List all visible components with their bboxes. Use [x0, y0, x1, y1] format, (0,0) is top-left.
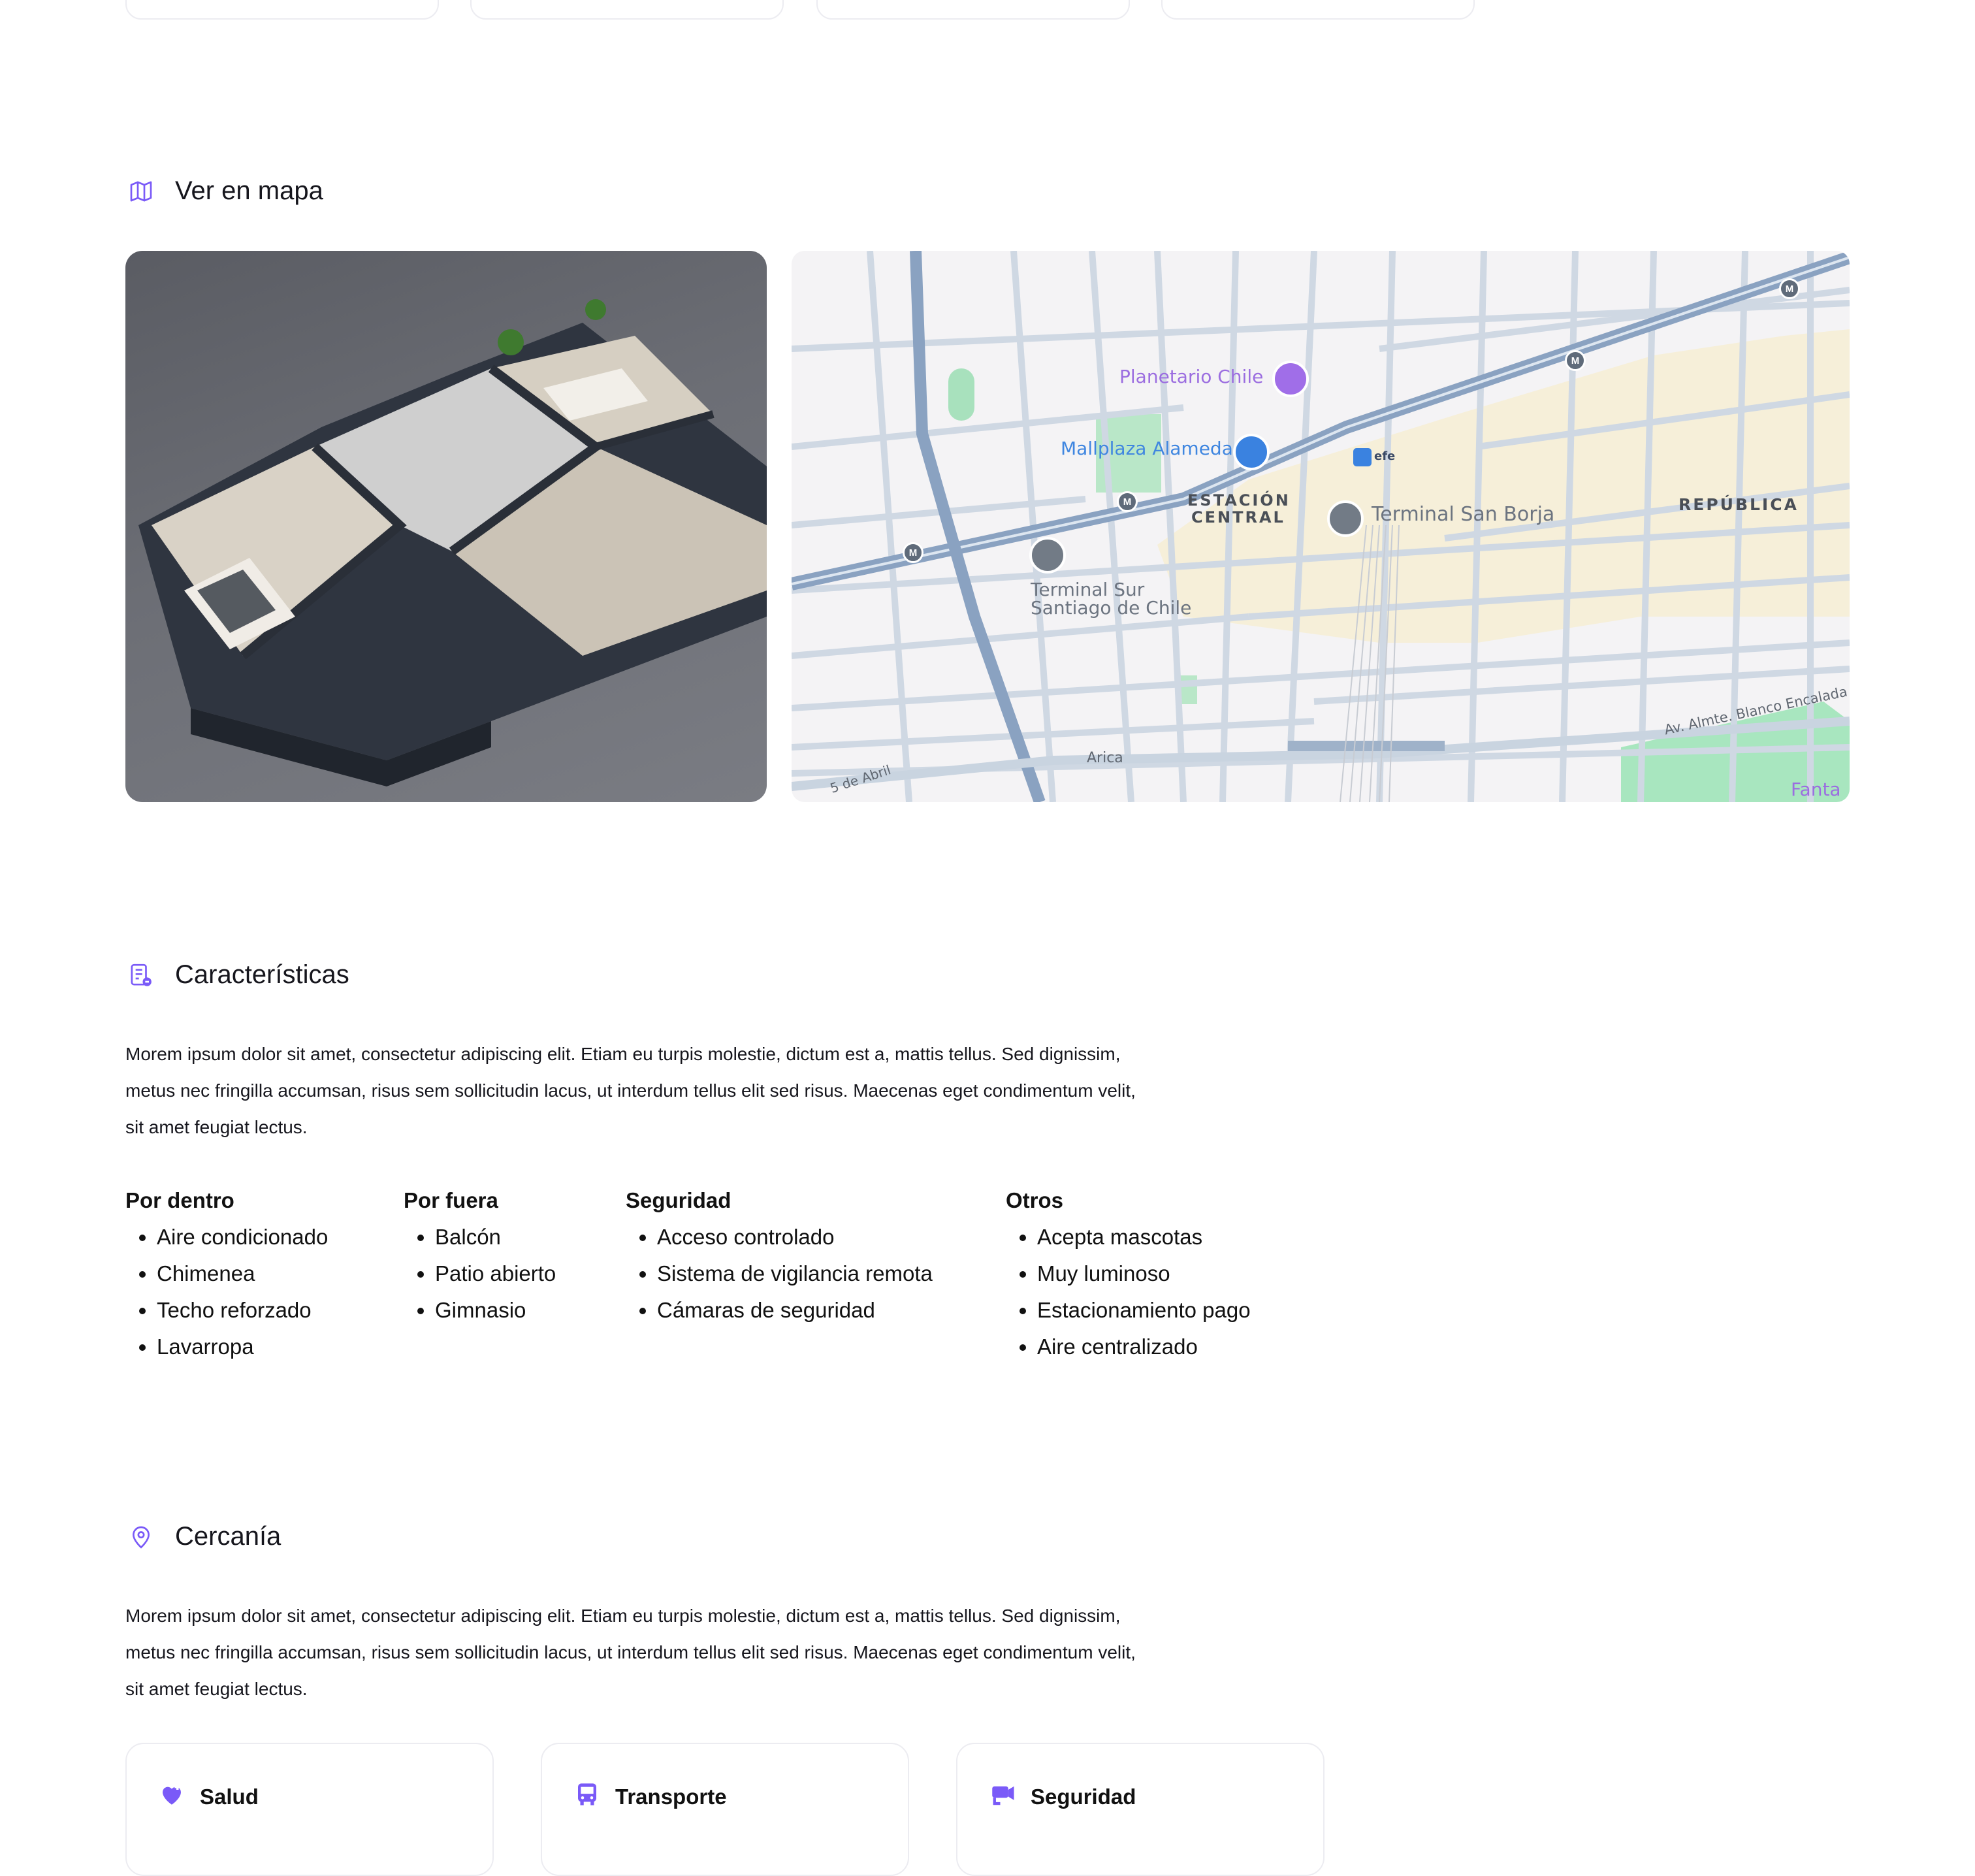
feature-item: Balcón: [435, 1219, 556, 1255]
proximity-card-security[interactable]: Seguridad: [956, 1743, 1325, 1876]
heart-plus-icon: [158, 1781, 185, 1813]
map-label-fantasilandia[interactable]: Fanta: [1791, 779, 1841, 800]
proximity-card-label: Salud: [200, 1785, 259, 1809]
features-description: Morem ipsum dolor sit amet, consectetur …: [125, 1044, 1136, 1137]
features-column: Por dentro Aire condicionado Chimenea Te…: [125, 1182, 328, 1365]
feature-item: Patio abierto: [435, 1255, 556, 1292]
top-card-1[interactable]: [125, 0, 439, 20]
map-label-central: CENTRAL: [1191, 508, 1285, 526]
feature-item: Estacionamiento pago: [1037, 1292, 1251, 1329]
features-column: Otros Acepta mascotas Muy luminoso Estac…: [1006, 1182, 1251, 1365]
features-section-title-text: Características: [175, 960, 349, 989]
map-label-estacion: ESTACIÓN: [1187, 491, 1291, 509]
shopping-pin-icon[interactable]: [1233, 434, 1270, 470]
security-camera-icon: [989, 1781, 1016, 1813]
feature-item: Acceso controlado: [657, 1219, 933, 1255]
features-section-title: Características: [128, 960, 349, 990]
features-column: Seguridad Acceso controlado Sistema de v…: [626, 1182, 933, 1329]
features-column-heading: Por fuera: [404, 1188, 498, 1212]
feature-item: Acepta mascotas: [1037, 1219, 1251, 1255]
top-card-2[interactable]: [470, 0, 784, 20]
top-card-3[interactable]: [816, 0, 1130, 20]
map-label-santiago-de-chile[interactable]: Santiago de Chile: [1031, 597, 1191, 619]
map-icon: [128, 178, 154, 204]
map-label-efe: efe: [1374, 449, 1396, 463]
train-station-icon[interactable]: [1353, 448, 1372, 466]
bus-icon: [573, 1781, 601, 1813]
features-column-heading: Por dentro: [125, 1188, 234, 1212]
features-column-heading: Otros: [1006, 1188, 1064, 1212]
metro-station-icon[interactable]: M: [1779, 278, 1800, 299]
map-label-terminal-san-borja[interactable]: Terminal San Borja: [1372, 503, 1554, 526]
proximity-card-transport[interactable]: Transporte: [541, 1743, 909, 1876]
proximity-card-label: Seguridad: [1031, 1785, 1136, 1809]
map-label-mallplaza[interactable]: Mallplaza Alameda: [1061, 438, 1233, 459]
museum-pin-icon[interactable]: [1272, 361, 1309, 397]
feature-item: Gimnasio: [435, 1292, 556, 1329]
bus-terminal-pin-icon[interactable]: [1029, 537, 1066, 574]
metro-station-icon[interactable]: M: [1565, 350, 1586, 371]
proximity-card-health[interactable]: Salud: [125, 1743, 494, 1876]
feature-item: Aire centralizado: [1037, 1329, 1251, 1365]
feature-item: Cámaras de seguridad: [657, 1292, 933, 1329]
feature-item: Muy luminoso: [1037, 1255, 1251, 1292]
map-label-republica: REPÚBLICA: [1678, 495, 1799, 514]
map-section-title-text: Ver en mapa: [175, 176, 323, 205]
metro-station-icon[interactable]: M: [1117, 491, 1138, 512]
metro-station-icon[interactable]: M: [903, 542, 923, 563]
feature-item: Aire condicionado: [157, 1219, 328, 1255]
map-section-title: Ver en mapa: [128, 176, 323, 206]
top-card-4[interactable]: [1161, 0, 1475, 20]
feature-item: Techo reforzado: [157, 1292, 328, 1329]
features-column-heading: Seguridad: [626, 1188, 731, 1212]
property-3d-floorplan-image[interactable]: [125, 251, 767, 802]
feature-item: Sistema de vigilancia remota: [657, 1255, 933, 1292]
map-label-planetario[interactable]: Planetario Chile: [1119, 366, 1263, 387]
location-pin-icon: [128, 1524, 154, 1550]
bus-terminal-pin-icon[interactable]: [1327, 500, 1364, 537]
features-list-icon: [128, 962, 154, 988]
feature-item: Chimenea: [157, 1255, 328, 1292]
location-map[interactable]: M M M M Planetario Chile Mallplaza Alame…: [792, 251, 1850, 802]
map-label-arica: Arica: [1087, 750, 1123, 766]
proximity-card-label: Transporte: [615, 1785, 727, 1809]
feature-item: Lavarropa: [157, 1329, 328, 1365]
proximity-description: Morem ipsum dolor sit amet, consectetur …: [125, 1606, 1136, 1699]
proximity-section-title: Cercanía: [128, 1522, 281, 1551]
features-column: Por fuera Balcón Patio abierto Gimnasio: [404, 1182, 556, 1329]
proximity-section-title-text: Cercanía: [175, 1522, 281, 1551]
